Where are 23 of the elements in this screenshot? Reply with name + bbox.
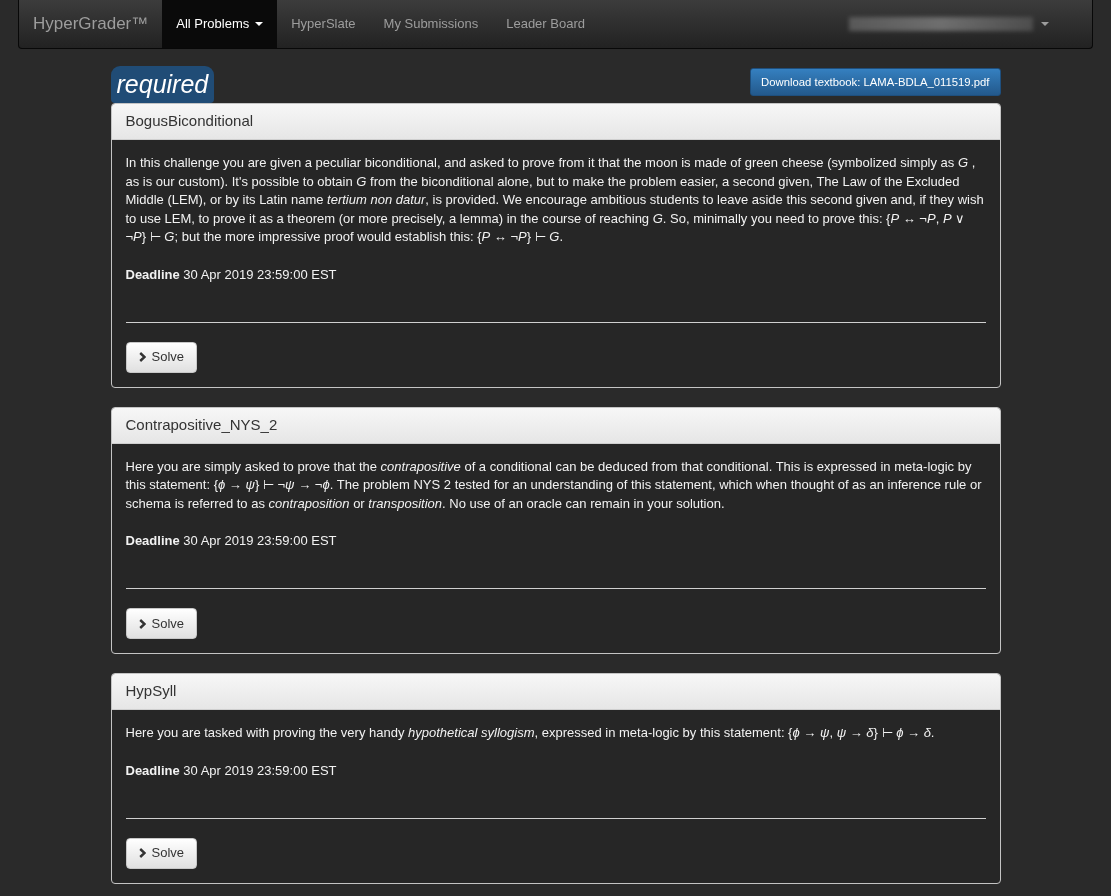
chevron-right-icon — [138, 352, 146, 362]
chevron-right-icon — [138, 618, 146, 629]
deadline-text: Deadline 30 Apr 2019 23:59:00 EST — [125, 761, 338, 780]
solve-button[interactable]: Solve — [125, 837, 198, 869]
problem-title: BogusBiconditional — [111, 104, 1000, 140]
brand-link[interactable]: HyperGrader™ — [19, 0, 163, 48]
nav-tab[interactable]: HyperSlate — [277, 0, 370, 48]
section-badge: required — [110, 66, 215, 103]
problem-description: Here you are tasked with proving the very handy hypothetical syllogism, expressed in meta-logic by this statement: {ϕ → ψ, ψ → δ} ⊢ ϕ → δ. — [125, 724, 936, 742]
deadline-text: Deadline 30 Apr 2019 23:59:00 EST — [125, 265, 338, 284]
nav-tab[interactable]: Leader Board — [492, 0, 599, 48]
problem-title: Contrapositive_NYS_2 — [111, 407, 1000, 444]
nav-tab[interactable]: My Submissions — [369, 0, 493, 48]
deadline-text: Deadline 30 Apr 2019 23:59:00 EST — [125, 532, 338, 550]
download-textbook-button[interactable]: Download textbook: LAMA-BDLA_011519.pdf — [750, 68, 1001, 96]
problem-description: Here you are simply asked to prove that the contrapositive of a conditional can be deduced from that conditional. This is expressed in meta-logic by this statement: {ϕ → ψ} ⊢ ¬ψ → ¬ϕ. The problem NYS 2 tested for an understanding of this statement, which when thought of as an inference rule or schema is referred to as contraposition or transposition. No use of an oracle can remain in your solution. — [125, 457, 983, 513]
solve-button[interactable]: Solve — [125, 608, 198, 639]
caret-icon[interactable] — [1041, 22, 1049, 26]
chevron-right-icon — [138, 848, 146, 858]
solve-button[interactable]: Solve — [125, 341, 198, 373]
problem-description: In this challenge you are given a peculiar biconditional, and asked to prove from it that the moon is made of green cheese (symbolized simply as G , as is our custom). It's possible to obtain G from the biconditional alone, but to make the problem easier, a second given, The Law of the Excluded Middle (LEM), or by its Latin name tertium non datur, is provided. We encourage ambitious students to leave aside this second given and, if they wish to use LEM, to prove it as a theorem (or more precisely, a lemma) in the course of reaching G. So, minimally you need to prove this: {P ↔ ¬P, P ∨ ¬P} ⊢ G; but the more impressive proof would establish this: {P ↔ ¬P} ⊢ G. — [125, 154, 985, 246]
nav-tab[interactable]: All Problems — [162, 0, 278, 48]
problem-title: HypSyll — [111, 674, 1000, 710]
